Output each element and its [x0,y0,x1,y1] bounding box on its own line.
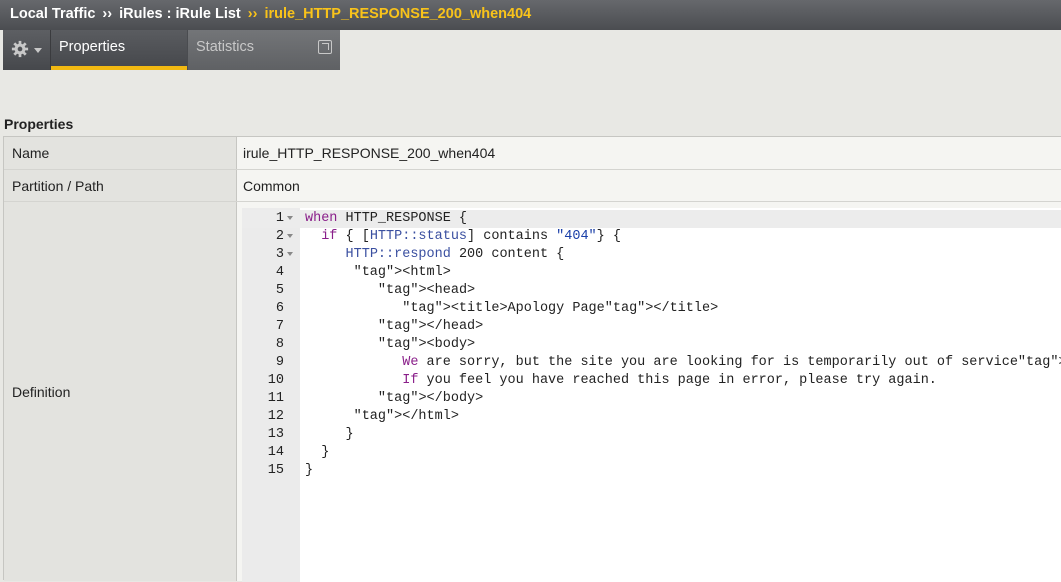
gear-menu-button[interactable] [3,30,51,70]
property-label: Partition / Path [4,170,237,201]
code-line[interactable]: 4 "tag"><html> [242,264,1061,282]
code-text: HTTP::respond 200 content { [345,247,565,262]
line-number: 5 [275,283,284,298]
code-line[interactable]: 14 } [242,444,1061,462]
code-text: when HTTP_RESPONSE { [305,211,468,226]
code-line[interactable]: 12 "tag"></html> [242,408,1061,426]
code-text: "tag"><title>Apology Page"tag"></title> [402,301,719,316]
fold-arrow-icon[interactable] [287,216,293,220]
code-text: "tag"></head> [377,319,484,334]
line-number: 6 [275,301,284,316]
tab-properties[interactable]: Properties [51,30,187,70]
line-number: 10 [267,373,284,388]
line-number: 2 [275,229,284,244]
code-line[interactable]: 7 "tag"></head> [242,318,1061,336]
code-text: } [305,445,330,460]
code-line[interactable]: 2 if { [HTTP::status] contains "404"} { [242,228,1061,246]
line-number: 8 [275,337,284,352]
breadcrumb: Local Traffic ›› iRules : iRule List ›› irul… [0,0,1061,30]
property-row-definition: Definition 1 when HTTP_RESPONSE { 2 if { [… [4,202,1061,582]
code-line[interactable]: 10 If you feel you have reached this pag… [242,372,1061,390]
line-number: 1 [275,211,284,226]
code-line[interactable]: 8 "tag"><body> [242,336,1061,354]
definition-label: Definition [12,383,71,400]
code-lines: 1 when HTTP_RESPONSE {2 if { [HTTP::statu… [242,210,1061,480]
code-text: If you feel you have reached this page i… [402,373,937,388]
line-number: 11 [267,391,284,406]
code-line[interactable]: 9 We are sorry, but the site you are loo… [242,354,1061,372]
breadcrumb-irule-list[interactable]: iRules : iRule List [119,6,241,22]
tab-bar: Properties Statistics [3,30,340,70]
section-title: Properties [4,116,74,132]
code-text: "tag"></html> [353,409,459,424]
property-value-name: irule_HTTP_RESPONSE_200_when404 [237,137,1061,169]
property-value-definition: 1 when HTTP_RESPONSE {2 if { [HTTP::statu… [237,202,1061,582]
code-text: if { [HTTP::status] contains "404"} { [321,229,621,244]
line-number: 7 [275,319,284,334]
code-line[interactable]: 5 "tag"><head> [242,282,1061,300]
code-line[interactable]: 3 HTTP::respond 200 content { [242,246,1061,264]
line-number: 12 [267,409,284,424]
code-text: "tag"><body> [377,337,476,352]
code-text: } [305,427,354,442]
property-row-name: Name irule_HTTP_RESPONSE_200_when404 [4,137,1061,170]
code-line[interactable]: 15} [242,462,1061,480]
properties-table: Name irule_HTTP_RESPONSE_200_when404 Par… [3,136,1061,582]
tab-properties-label: Properties [59,39,126,55]
breadcrumb-current-page: irule_HTTP_RESPONSE_200_when404 [264,6,532,22]
fold-arrow-icon[interactable] [287,234,293,238]
line-number: 3 [275,247,284,262]
code-text: We are sorry, but the site you are looki… [402,355,1061,370]
breadcrumb-local-traffic[interactable]: Local Traffic [10,6,95,22]
code-text: } [305,463,314,478]
tab-statistics-label: Statistics [196,39,255,55]
breadcrumb-separator: ›› [247,6,258,22]
property-label: Name [4,137,237,169]
line-number: 9 [275,355,284,370]
code-line[interactable]: 13 } [242,426,1061,444]
tab-statistics[interactable]: Statistics [188,30,340,70]
line-number: 13 [267,427,284,442]
code-line[interactable]: 11 "tag"></body> [242,390,1061,408]
gear-icon [11,40,29,58]
breadcrumb-separator: ›› [102,6,113,22]
property-label: Definition [4,202,237,581]
code-text: "tag"><html> [353,265,451,280]
fold-arrow-icon[interactable] [287,252,293,256]
code-line[interactable]: 6 "tag"><title>Apology Page"tag"></title… [242,300,1061,318]
property-row-partition: Partition / Path Common [4,170,1061,202]
property-value-partition: Common [237,170,1061,201]
code-line[interactable]: 1 when HTTP_RESPONSE { [242,210,1061,228]
popout-icon[interactable] [318,40,332,54]
code-text: "tag"><head> [377,283,476,298]
code-text: "tag"></body> [377,391,484,406]
line-number: 4 [275,265,284,280]
code-editor[interactable]: 1 when HTTP_RESPONSE {2 if { [HTTP::statu… [242,208,1061,582]
chevron-down-icon [34,48,42,53]
line-number: 14 [267,445,284,460]
line-number: 15 [267,463,284,478]
